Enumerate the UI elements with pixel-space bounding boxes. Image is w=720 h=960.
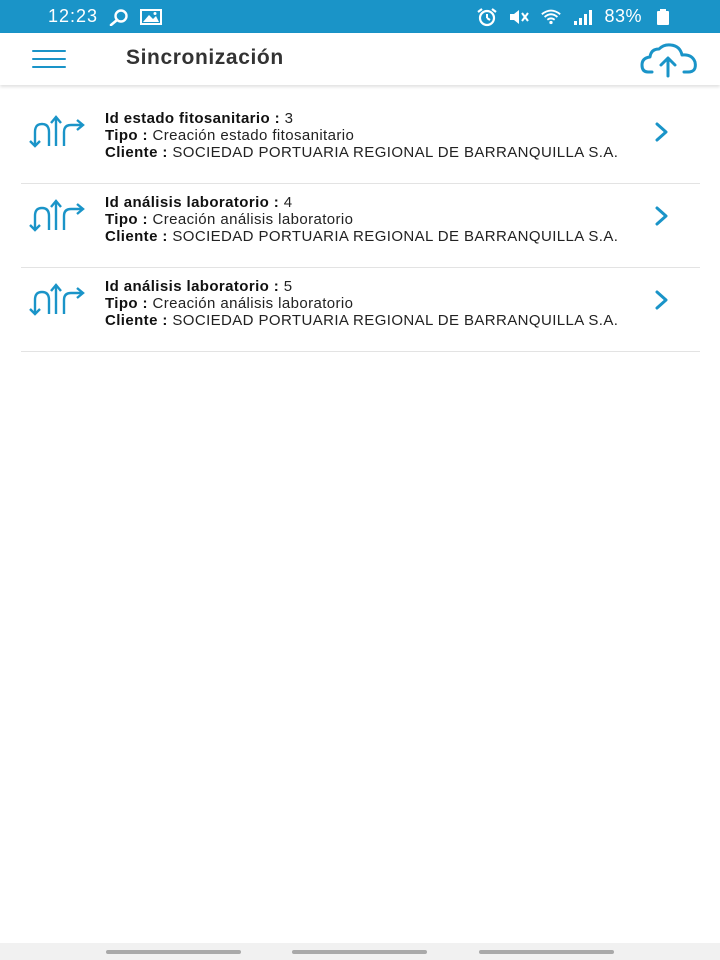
item-client-value: SOCIEDAD PORTUARIA REGIONAL DE BARRANQUI… bbox=[172, 312, 619, 329]
signal-icon bbox=[572, 7, 594, 27]
item-id-line: Id análisis laboratorio : 4 bbox=[105, 194, 625, 211]
back-button[interactable] bbox=[479, 949, 615, 954]
item-details: Id análisis laboratorio : 4 Tipo : Creac… bbox=[105, 194, 625, 245]
system-nav-bar bbox=[0, 943, 720, 960]
item-client-value: SOCIEDAD PORTUARIA REGIONAL DE BARRANQUI… bbox=[172, 144, 619, 161]
list-item[interactable]: Id análisis laboratorio : 5 Tipo : Creac… bbox=[21, 268, 700, 352]
recent-apps-button[interactable] bbox=[105, 949, 241, 954]
status-left: 12:23 bbox=[48, 6, 163, 27]
chevron-right-icon bbox=[655, 290, 668, 310]
mute-icon bbox=[508, 7, 530, 27]
chevron-right-icon bbox=[655, 206, 668, 226]
item-type-label: Tipo : bbox=[105, 127, 148, 144]
item-client-line: Cliente : SOCIEDAD PORTUARIA REGIONAL DE… bbox=[105, 144, 625, 161]
cloud-upload-icon bbox=[640, 43, 697, 78]
image-notification-icon bbox=[140, 7, 163, 27]
hamburger-line bbox=[32, 58, 66, 60]
page-title: Sincronización bbox=[126, 46, 284, 69]
item-id-line: Id análisis laboratorio : 5 bbox=[105, 278, 625, 295]
status-bar: 12:23 83% bbox=[0, 0, 720, 33]
item-client-label: Cliente : bbox=[105, 228, 168, 245]
app-bar: Sincronización bbox=[0, 33, 720, 85]
item-type-value: Creación estado fitosanitario bbox=[152, 127, 355, 144]
search-notification-icon bbox=[108, 7, 130, 27]
item-id-value: 5 bbox=[283, 278, 293, 295]
item-client-label: Cliente : bbox=[105, 312, 168, 329]
route-arrows-icon bbox=[29, 283, 85, 316]
sync-list: Id estado fitosanitario : 3 Tipo : Creac… bbox=[21, 100, 700, 352]
list-item[interactable]: Id análisis laboratorio : 4 Tipo : Creac… bbox=[21, 184, 700, 268]
list-item[interactable]: Id estado fitosanitario : 3 Tipo : Creac… bbox=[21, 100, 700, 184]
item-id-label: Id análisis laboratorio : bbox=[105, 278, 280, 295]
wifi-icon bbox=[540, 7, 562, 27]
item-type-value: Creación análisis laboratorio bbox=[152, 211, 354, 228]
item-client-line: Cliente : SOCIEDAD PORTUARIA REGIONAL DE… bbox=[105, 228, 625, 245]
item-id-line: Id estado fitosanitario : 3 bbox=[105, 110, 625, 127]
hamburger-menu-icon bbox=[32, 50, 66, 52]
battery-icon bbox=[652, 7, 674, 27]
item-type-line: Tipo : Creación análisis laboratorio bbox=[105, 211, 625, 228]
item-client-label: Cliente : bbox=[105, 144, 168, 161]
item-details: Id estado fitosanitario : 3 Tipo : Creac… bbox=[105, 110, 625, 161]
status-time: 12:23 bbox=[48, 6, 99, 26]
item-type-line: Tipo : Creación estado fitosanitario bbox=[105, 127, 625, 144]
hamburger-line bbox=[32, 66, 66, 68]
item-id-value: 3 bbox=[284, 110, 294, 127]
item-id-value: 4 bbox=[283, 194, 293, 211]
chevron-right-icon bbox=[655, 122, 668, 142]
item-type-line: Tipo : Creación análisis laboratorio bbox=[105, 295, 625, 312]
home-button[interactable] bbox=[292, 949, 428, 954]
upload-button[interactable] bbox=[640, 42, 700, 78]
route-arrows-icon bbox=[29, 115, 85, 148]
item-type-label: Tipo : bbox=[105, 211, 148, 228]
status-right: 83% bbox=[476, 6, 674, 27]
item-id-label: Id estado fitosanitario : bbox=[105, 110, 281, 127]
item-details: Id análisis laboratorio : 5 Tipo : Creac… bbox=[105, 278, 625, 329]
route-arrows-icon bbox=[29, 199, 85, 232]
item-type-label: Tipo : bbox=[105, 295, 148, 312]
menu-button[interactable] bbox=[31, 47, 67, 71]
item-client-value: SOCIEDAD PORTUARIA REGIONAL DE BARRANQUI… bbox=[172, 228, 619, 245]
battery-percentage: 83% bbox=[604, 6, 642, 26]
item-client-line: Cliente : SOCIEDAD PORTUARIA REGIONAL DE… bbox=[105, 312, 625, 329]
alarm-icon bbox=[476, 7, 498, 27]
item-type-value: Creación análisis laboratorio bbox=[152, 295, 354, 312]
item-id-label: Id análisis laboratorio : bbox=[105, 194, 280, 211]
